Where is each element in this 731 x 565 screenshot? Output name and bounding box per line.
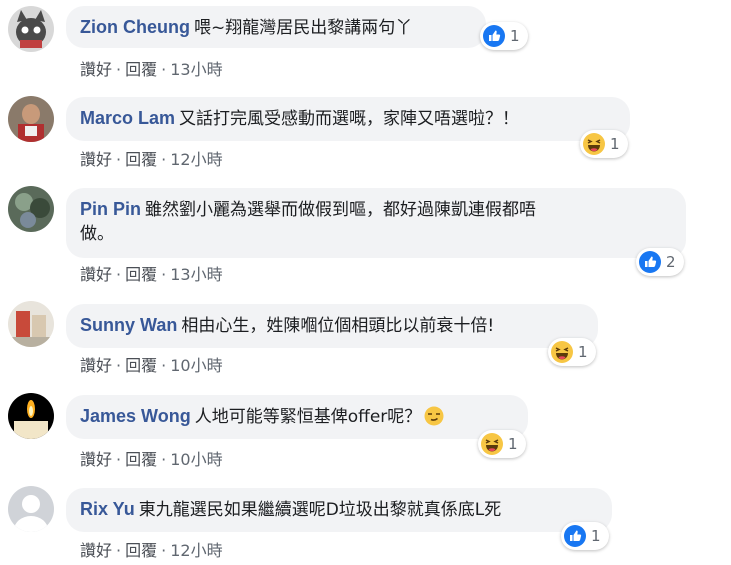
reaction-number: 1 [510,27,520,45]
comment-bubble: James Wong 人地可能等緊恒基俾offer呢？ [66,395,528,439]
separator-dot: · [161,541,167,560]
comment-actions: 讚好 · 回覆 · 12小時 [80,537,223,561]
separator-dot: · [116,541,122,560]
comment-text: 相由心生，姓陳嗰位個相頭比以前衰十倍! [181,316,495,336]
separator-dot: · [161,265,167,284]
like-link[interactable]: 讚好 [80,150,112,169]
reply-link[interactable]: 回覆 [125,356,157,375]
comment-actions: 讚好 · 回覆 · 12小時 [80,146,223,170]
comment-bubble: Rix Yu 東九龍選民如果繼續選呢D垃圾出黎就真係底L死 [66,488,612,532]
reply-link[interactable]: 回覆 [125,150,157,169]
comment-bubble: Zion Cheung 喂~翔龍灣居民出黎講兩句丫 [66,6,486,48]
separator-dot: · [161,450,167,469]
comment-bubble: Sunny Wan 相由心生，姓陳嗰位個相頭比以前衰十倍! [66,304,598,348]
comment-actions: 讚好 · 回覆 · 13小時 [80,261,223,285]
separator-dot: · [161,150,167,169]
reply-link[interactable]: 回覆 [125,541,157,560]
comment-author[interactable]: James Wong [80,406,191,426]
comment-text: 喂~翔龍灣居民出黎講兩句丫 [193,18,413,38]
haha-icon [583,133,605,155]
comment-time[interactable]: 13小時 [170,265,222,284]
avatar[interactable] [8,186,54,232]
reply-link[interactable]: 回覆 [125,450,157,469]
comment-text: 又話打完風受感動而選嘅，家陣又唔選啦？！ [179,109,520,129]
avatar[interactable] [8,6,54,52]
reaction-count[interactable]: 1 [580,130,628,158]
like-link[interactable]: 讚好 [80,60,112,79]
comment-text-continued: 做。 [80,224,114,244]
comment-text: 雖然劉小麗為選舉而做假到嘔，都好過陳凱連假都唔 [145,200,537,220]
comment-bubble: Pin Pin 雖然劉小麗為選舉而做假到嘔，都好過陳凱連假都唔 做。 [66,188,686,258]
comment-author[interactable]: Sunny Wan [80,315,177,335]
comment-time[interactable]: 13小時 [170,60,222,79]
like-icon [639,251,661,273]
separator-dot: · [116,265,122,284]
smirk-emoji-icon [424,406,444,433]
like-link[interactable]: 讚好 [80,265,112,284]
reaction-count[interactable]: 2 [636,248,684,276]
reaction-count[interactable]: 1 [480,22,528,50]
comment-text: 東九龍選民如果繼續選呢D垃圾出黎就真係底L死 [138,500,502,520]
reaction-count[interactable]: 1 [478,430,526,458]
separator-dot: · [116,60,122,79]
separator-dot: · [161,356,167,375]
comment-actions: 讚好 · 回覆 · 10小時 [80,352,223,376]
like-link[interactable]: 讚好 [80,356,112,375]
separator-dot: · [116,356,122,375]
comment-author[interactable]: Rix Yu [80,499,135,519]
comment-time[interactable]: 10小時 [170,356,222,375]
comment-author[interactable]: Pin Pin [80,199,141,219]
reaction-number: 1 [578,343,588,361]
comment-text: 人地可能等緊恒基俾offer呢？ [194,407,422,427]
like-link[interactable]: 讚好 [80,541,112,560]
avatar[interactable] [8,96,54,142]
comment-time[interactable]: 12小時 [170,150,222,169]
reaction-number: 1 [508,435,518,453]
reaction-number: 1 [591,527,601,545]
reaction-count[interactable]: 1 [548,338,596,366]
separator-dot: · [116,150,122,169]
like-link[interactable]: 讚好 [80,450,112,469]
reaction-count[interactable]: 1 [561,522,609,550]
comment-author[interactable]: Zion Cheung [80,17,190,37]
like-icon [483,25,505,47]
reply-link[interactable]: 回覆 [125,60,157,79]
comment-time[interactable]: 12小時 [170,541,222,560]
reply-link[interactable]: 回覆 [125,265,157,284]
avatar[interactable] [8,393,54,439]
avatar[interactable] [8,301,54,347]
comment-actions: 讚好 · 回覆 · 10小時 [80,446,223,470]
comment-actions: 讚好 · 回覆 · 13小時 [80,56,223,80]
haha-icon [551,341,573,363]
separator-dot: · [116,450,122,469]
reaction-number: 1 [610,135,620,153]
separator-dot: · [161,60,167,79]
haha-icon [481,433,503,455]
comment-time[interactable]: 10小時 [170,450,222,469]
avatar[interactable] [8,486,54,532]
comment-author[interactable]: Marco Lam [80,108,175,128]
like-icon [564,525,586,547]
comment-bubble: Marco Lam 又話打完風受感動而選嘅，家陣又唔選啦？！ [66,97,630,141]
reaction-number: 2 [666,253,676,271]
